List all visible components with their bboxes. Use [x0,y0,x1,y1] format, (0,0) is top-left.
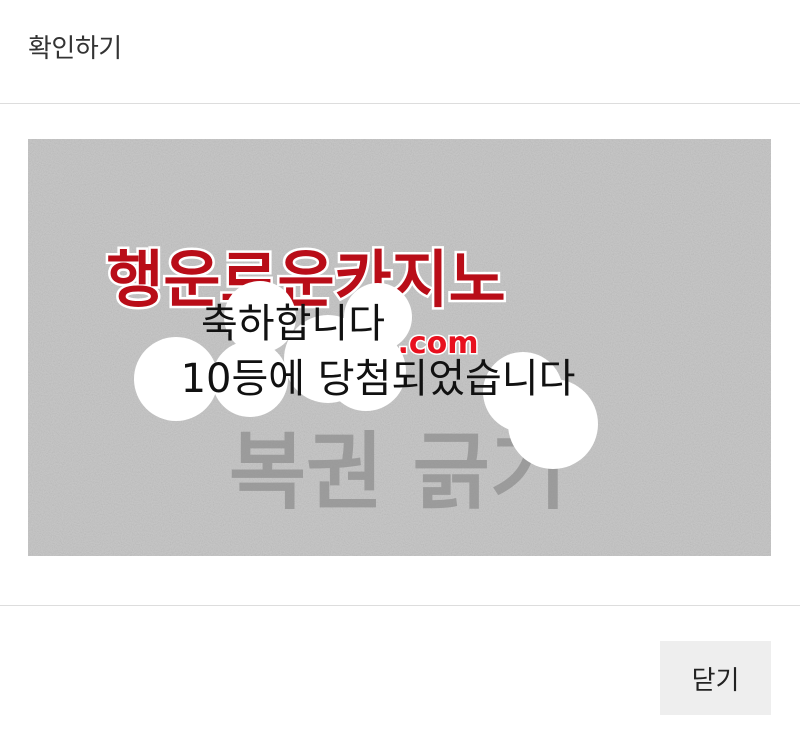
revealed-congrats-text: 축하합니다 [201,301,385,347]
scratch-card-canvas[interactable]: 복권 긁기 행운로운카지노 .com 축하합니다 10등에 당첨되었습니다 [28,139,771,556]
modal-dialog: 확인하기 복권 긁기 행운로운카지노 .com 축하합니다 10등에 당첨되었습… [0,0,800,735]
scratch-card[interactable]: 복권 긁기 행운로운카지노 .com 축하합니다 10등에 당첨되었습니다 [28,139,771,556]
close-button[interactable]: 닫기 [660,641,771,715]
modal-footer: 닫기 [0,605,800,735]
modal-body: 복권 긁기 행운로운카지노 .com 축하합니다 10등에 당첨되었습니다 [0,104,800,606]
modal-title: 확인하기 [28,34,122,64]
revealed-prize-text: 10등에 당첨되었습니다 [181,356,576,402]
modal-header: 확인하기 [0,0,800,104]
